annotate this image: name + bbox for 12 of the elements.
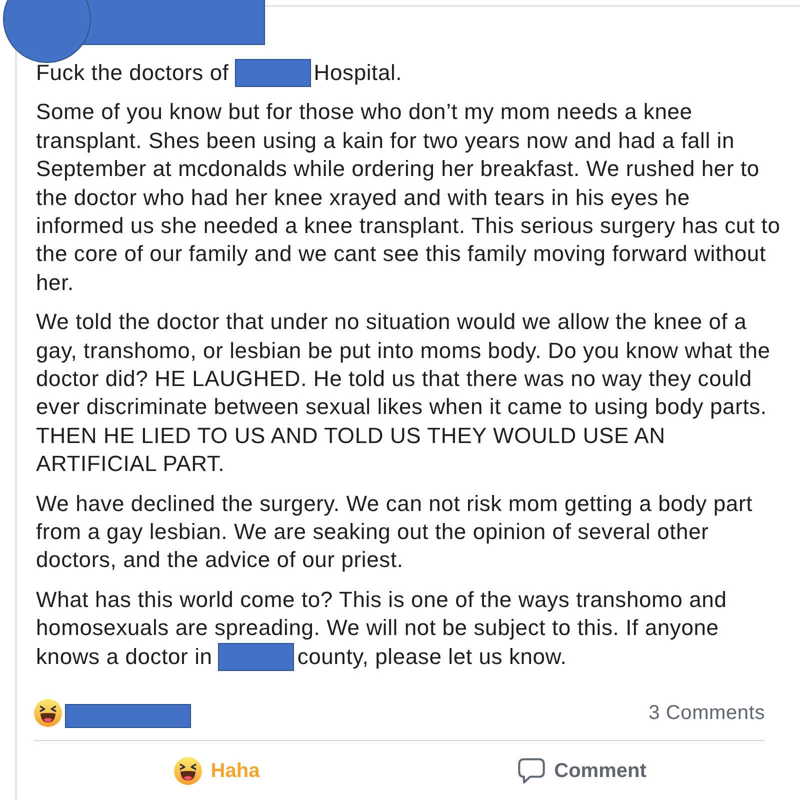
post-text: knows a doctor in: [36, 642, 212, 671]
post-text: Fuck the doctors of: [36, 59, 229, 87]
speech-bubble-icon: [518, 758, 546, 784]
comment-count[interactable]: 3 Comments: [648, 702, 765, 725]
post-paragraph: We told the doctor that under no situation would we allow the knee of a gay, transhomo, or lesbian be put into moms body. Do you know what the doctor did? HE LAUGHED. He told us that there was no way they could ever discriminate between sexual likes when it came to using body parts. THEN HE LIED TO US AND TOLD US THEY WOULD USE AN ARTIFICIAL PART.: [36, 308, 772, 478]
laughing-emoji-icon: [34, 699, 62, 728]
comment-button[interactable]: Comment: [400, 749, 765, 794]
post-text: county, please let us know.: [297, 642, 567, 671]
post-paragraph: Some of you know but for those who don’t my mom needs a knee transplant. Shes been using a kain for two years now and had a fall in September at mcdonalds while ordering her breakfast. We rushed her to the doctor who had her knee xrayed and with tears in his eyes he informed us she needed a knee transplant. This serious surgery has cut to the core of our family and we cant see this family moving forward without her.: [36, 98, 782, 297]
laughing-emoji-icon: [174, 757, 202, 786]
post-paragraph: We have declined the surgery. We can not risk mom getting a body part from a gay lesbian. We are seaking out the opinion of several other doctors, and the advice of our priest.: [36, 490, 754, 574]
post-text: Hospital.: [314, 59, 402, 87]
